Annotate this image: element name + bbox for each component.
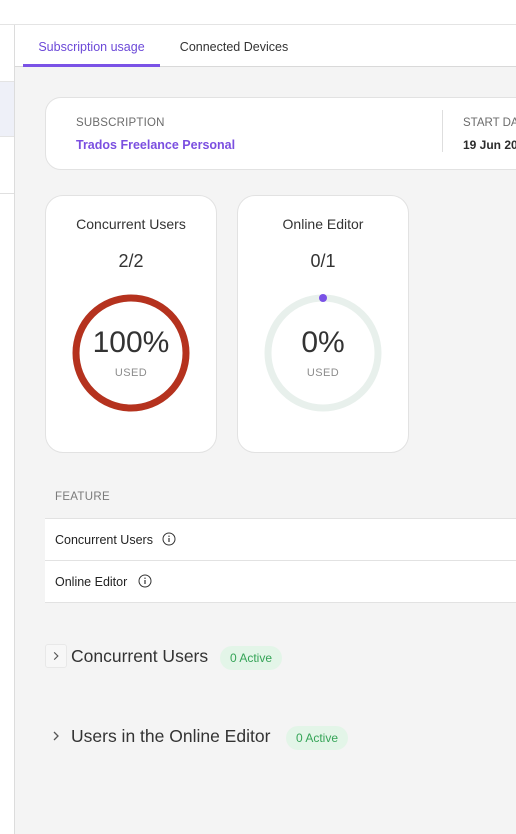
subscription-card: SUBSCRIPTION Trados Freelance Personal S…	[45, 97, 516, 170]
gauge-used-label: USED	[306, 367, 340, 379]
gauge-title: Online Editor	[282, 216, 364, 232]
card-divider	[442, 110, 443, 152]
tab-bar: Subscription usage Connected Devices	[15, 25, 516, 67]
status-badge: 0 Active	[286, 726, 349, 750]
info-icon[interactable]	[162, 532, 176, 546]
feature-table: Concurrent Users Online Editor	[45, 518, 516, 603]
top-bar	[0, 0, 516, 25]
gauge-used-label: USED	[114, 367, 148, 379]
sidebar-divider	[0, 193, 14, 194]
feature-label: Concurrent Users	[55, 533, 153, 547]
tab-connected-devices[interactable]: Connected Devices	[167, 25, 301, 67]
subscription-label: SUBSCRIPTION	[76, 117, 165, 129]
sidebar	[0, 25, 15, 834]
subscription-name: Trados Freelance Personal	[76, 138, 236, 152]
gauge-card-concurrent-users: Concurrent Users 2/2 100% USED	[45, 195, 217, 453]
gauge-percent: 0%	[301, 326, 345, 359]
feature-column-header: FEATURE	[55, 491, 110, 503]
chevron-right-icon[interactable]	[45, 724, 67, 748]
gauge-count: 0/1	[310, 251, 336, 271]
main-content: SUBSCRIPTION Trados Freelance Personal S…	[15, 67, 516, 834]
page: Subscription usage Connected Devices SUB…	[0, 0, 516, 834]
gauge-percent: 100%	[92, 326, 170, 359]
gauge-count: 2/2	[118, 251, 144, 271]
info-icon[interactable]	[138, 574, 152, 588]
table-row: Online Editor	[45, 561, 516, 603]
tab-subscription-usage[interactable]: Subscription usage	[23, 25, 160, 67]
start-date-value: 19 Jun 20	[463, 138, 516, 152]
section-title: Concurrent Users	[71, 646, 209, 666]
sidebar-item-active[interactable]	[0, 81, 14, 137]
status-badge: 0 Active	[220, 646, 283, 670]
table-row: Concurrent Users	[45, 519, 516, 561]
feature-label: Online Editor	[55, 575, 128, 589]
gauge-card-online-editor: Online Editor 0/1 0% USED	[237, 195, 409, 453]
gauge-title: Concurrent Users	[76, 216, 186, 232]
section-title: Users in the Online Editor	[71, 726, 271, 746]
start-date-label: START DA	[463, 117, 516, 129]
chevron-right-icon[interactable]	[45, 644, 67, 668]
